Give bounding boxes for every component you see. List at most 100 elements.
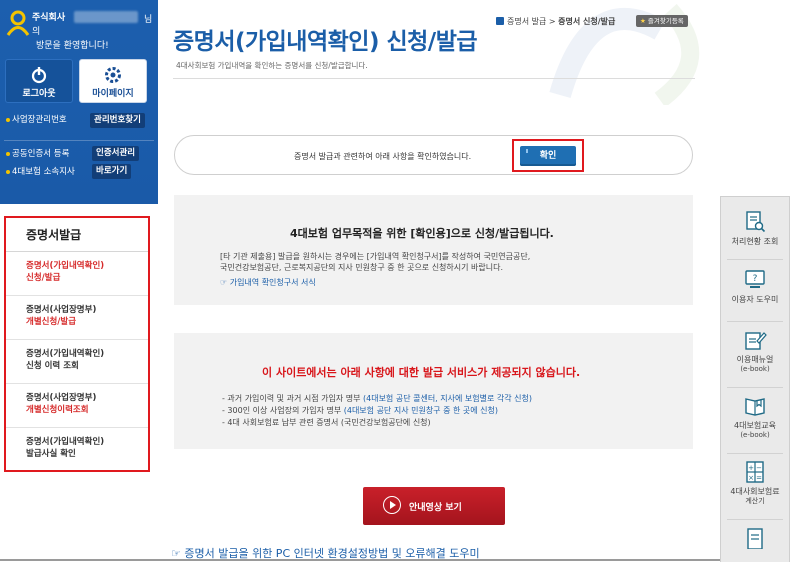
quick-item-label: 이용자 도우미 xyxy=(731,295,779,304)
menu-item-label: 증명서(사업장명부) xyxy=(26,305,97,315)
user-panel: 주식회사 님 의 방문을 환영합니다! 로그아웃 마이페이지 사업장관리번호 관… xyxy=(0,0,158,204)
cert-manage-button[interactable]: 인증서관리 xyxy=(92,146,140,161)
user-greeting: 주식회사 님 의 방문을 환영합니다! xyxy=(4,8,154,58)
notice-unsupported-item: - 300인 이상 사업장의 가입자 명부 (4대보험 공단 지사 민원창구 중… xyxy=(222,405,498,416)
svg-text:?: ? xyxy=(753,274,758,284)
book-icon xyxy=(745,398,765,416)
side-menu: 증명서발급 증명서(가입내역확인) 신청/발급 증명서(사업장명부) 개별신청/… xyxy=(4,216,150,472)
divider xyxy=(4,140,154,141)
quick-item-education[interactable]: 4대보험교육 (e-book) xyxy=(721,395,789,440)
breadcrumb-parent[interactable]: 증명서 발급 xyxy=(507,17,546,26)
divider xyxy=(727,259,783,260)
menu-item-roster-log[interactable]: 증명서(사업장명부) 개별신청이력조회 xyxy=(6,384,148,428)
menu-item-history-log[interactable]: 증명서(가입내역확인) 신청 이력 조회 xyxy=(6,340,148,384)
bullet-dot xyxy=(6,117,10,122)
menu-item-roster-issue[interactable]: 증명서(사업장명부) 개별신청/발급 xyxy=(6,296,148,340)
greeting-welcome: 방문을 환영합니다! xyxy=(36,41,109,51)
quick-item-label: 처리현황 조회 xyxy=(731,237,779,246)
notice-purpose-line: 국민건강보험공단, 근로복지공단의 지사 민원창구 중 한 곳으로 신청하시기 … xyxy=(220,263,504,272)
masked-company-name xyxy=(74,11,138,23)
notice-item-text: - 과거 가입이력 및 과거 시점 가입자 명부 xyxy=(222,394,363,403)
title-divider xyxy=(173,78,695,79)
logout-button[interactable]: 로그아웃 xyxy=(5,59,73,103)
quick-menu: 처리현황 조회 ? 이용자 도우미 이용매뉴얼 (e-book) 4대보험교육 … xyxy=(720,196,790,562)
notice-unsupported-item: - 4대 사회보험료 납부 관련 증명서 (국민건강보험공단에 신청) xyxy=(222,417,431,428)
quick-item-label: 4대보험교육 xyxy=(734,421,776,430)
favorite-button[interactable]: ★ 즐겨찾기등록 xyxy=(636,15,688,27)
quick-item-helper[interactable]: ? 이용자 도우미 xyxy=(721,269,789,305)
confirm-button[interactable]: 확인 xyxy=(520,146,576,166)
find-biz-no-button[interactable]: 관리번호찾기 xyxy=(90,113,145,128)
biz-no-row: 사업장관리번호 xyxy=(6,112,67,128)
branch-goto-button[interactable]: 바로가기 xyxy=(92,164,132,179)
quick-item-status[interactable]: 처리현황 조회 xyxy=(721,211,789,247)
menu-item-label: 증명서(가입내역확인) xyxy=(26,261,105,271)
calculator-icon: + − × = xyxy=(746,461,764,483)
marker-icon xyxy=(526,149,528,153)
cert-label: 공동인증서 등록 xyxy=(12,149,70,159)
mypage-label: 마이페이지 xyxy=(92,89,134,99)
breadcrumb-current: 증명서 신청/발급 xyxy=(558,17,616,26)
menu-item-label: 증명서(사업장명부) xyxy=(26,393,97,403)
menu-item-sublabel: 개별신청/발급 xyxy=(26,317,77,327)
biz-no-label: 사업장관리번호 xyxy=(12,115,67,125)
quick-item-sublabel: (e-book) xyxy=(740,365,770,373)
divider xyxy=(727,387,783,388)
quick-item-label: 4대사회보험료 xyxy=(730,487,780,496)
document-search-icon xyxy=(746,211,766,233)
notice-purpose-box: 4대보험 업무목적을 위한 [확인용]으로 신청/발급됩니다. [타 기관 제출… xyxy=(174,195,693,305)
divider xyxy=(727,519,783,520)
bottom-divider xyxy=(0,559,720,561)
page-title: 증명서(가입내역확인) 신청/발급 xyxy=(173,29,478,55)
svg-text:×: × xyxy=(748,474,754,482)
menu-item-sublabel: 신청/발급 xyxy=(26,273,61,283)
breadcrumb: 증명서 발급 > 증명서 신청/발급 xyxy=(496,16,615,27)
svg-text:+: + xyxy=(748,464,754,472)
notice-purpose-heading: 4대보험 업무목적을 위한 [확인용]으로 신청/발급됩니다. xyxy=(290,227,554,240)
branch-label: 4대보험 소속지사 xyxy=(12,167,75,177)
menu-item-label: 증명서(가입내역확인) xyxy=(26,437,105,447)
manual-edit-icon xyxy=(745,332,767,350)
bullet-dot xyxy=(6,169,10,174)
notice-unsupported-box: 이 사이트에서는 아래 사항에 대한 발급 서비스가 제공되지 않습니다. - … xyxy=(174,333,693,449)
logout-icon xyxy=(31,67,47,84)
star-icon: ★ xyxy=(640,17,646,25)
quick-item-more[interactable] xyxy=(721,527,789,549)
play-icon xyxy=(383,496,401,514)
breadcrumb-separator: > xyxy=(548,17,556,26)
menu-item-sublabel: 발급사실 확인 xyxy=(26,449,76,459)
svg-text:=: = xyxy=(756,474,762,482)
menu-item-history-issue[interactable]: 증명서(가입내역확인) 신청/발급 xyxy=(6,252,148,296)
notice-item-note: (4대보험 공단 콜센터, 지사에 보험별로 각각 신청) xyxy=(363,394,532,403)
notice-unsupported-item: - 과거 가입이력 및 과거 시점 가입자 명부 (4대보험 공단 콜센터, 지… xyxy=(222,393,532,404)
quick-item-manual[interactable]: 이용매뉴얼 (e-book) xyxy=(721,329,789,374)
form-download-link[interactable]: ☞ 가입내역 확인청구서 서식 xyxy=(220,277,316,288)
notice-purpose-body: [타 기관 제출용] 발급을 원하시는 경우에는 [가입내역 확인청구서]를 작… xyxy=(220,251,530,273)
greeting-company: 주식회사 xyxy=(32,13,66,23)
home-icon[interactable] xyxy=(496,17,504,25)
menu-item-label: 증명서(가입내역확인) xyxy=(26,349,105,359)
quick-item-sublabel: 계산기 xyxy=(745,497,765,505)
quick-item-calculator[interactable]: + − × = 4대사회보험료 계산기 xyxy=(721,461,789,506)
greeting-particle: 의 xyxy=(32,27,41,37)
menu-item-issue-verify[interactable]: 증명서(가입내역확인) 발급사실 확인 xyxy=(6,428,148,472)
confirm-text: 증명서 발급과 관련하여 아래 사항을 확인하였습니다. xyxy=(294,152,472,161)
notice-unsupported-heading: 이 사이트에서는 아래 사항에 대한 발급 서비스가 제공되지 않습니다. xyxy=(262,366,581,379)
quick-item-label: 이용매뉴얼 xyxy=(736,355,774,364)
guide-video-button[interactable]: 안내영상 보기 xyxy=(363,487,505,525)
guide-video-label: 안내영상 보기 xyxy=(409,503,462,513)
divider xyxy=(727,321,783,322)
cert-row: 공동인증서 등록 xyxy=(6,146,69,162)
mypage-button[interactable]: 마이페이지 xyxy=(79,59,147,103)
notice-item-text: - 300인 이상 사업장의 가입자 명부 xyxy=(222,406,344,415)
greeting-suffix: 님 xyxy=(144,15,153,25)
document-icon xyxy=(747,528,763,549)
notice-purpose-line: [타 기관 제출용] 발급을 원하시는 경우에는 [가입내역 확인청구서]를 작… xyxy=(220,252,531,261)
confirm-button-label: 확인 xyxy=(539,151,557,161)
logout-label: 로그아웃 xyxy=(22,89,56,99)
notice-item-note: (4대보험 공단 지사 민원창구 중 한 곳에 신청) xyxy=(343,406,498,415)
svg-text:−: − xyxy=(756,464,762,472)
user-icon xyxy=(6,10,30,36)
confirm-bar: 증명서 발급과 관련하여 아래 사항을 확인하였습니다. 확인 xyxy=(174,135,693,175)
bullet-dot xyxy=(6,151,10,156)
